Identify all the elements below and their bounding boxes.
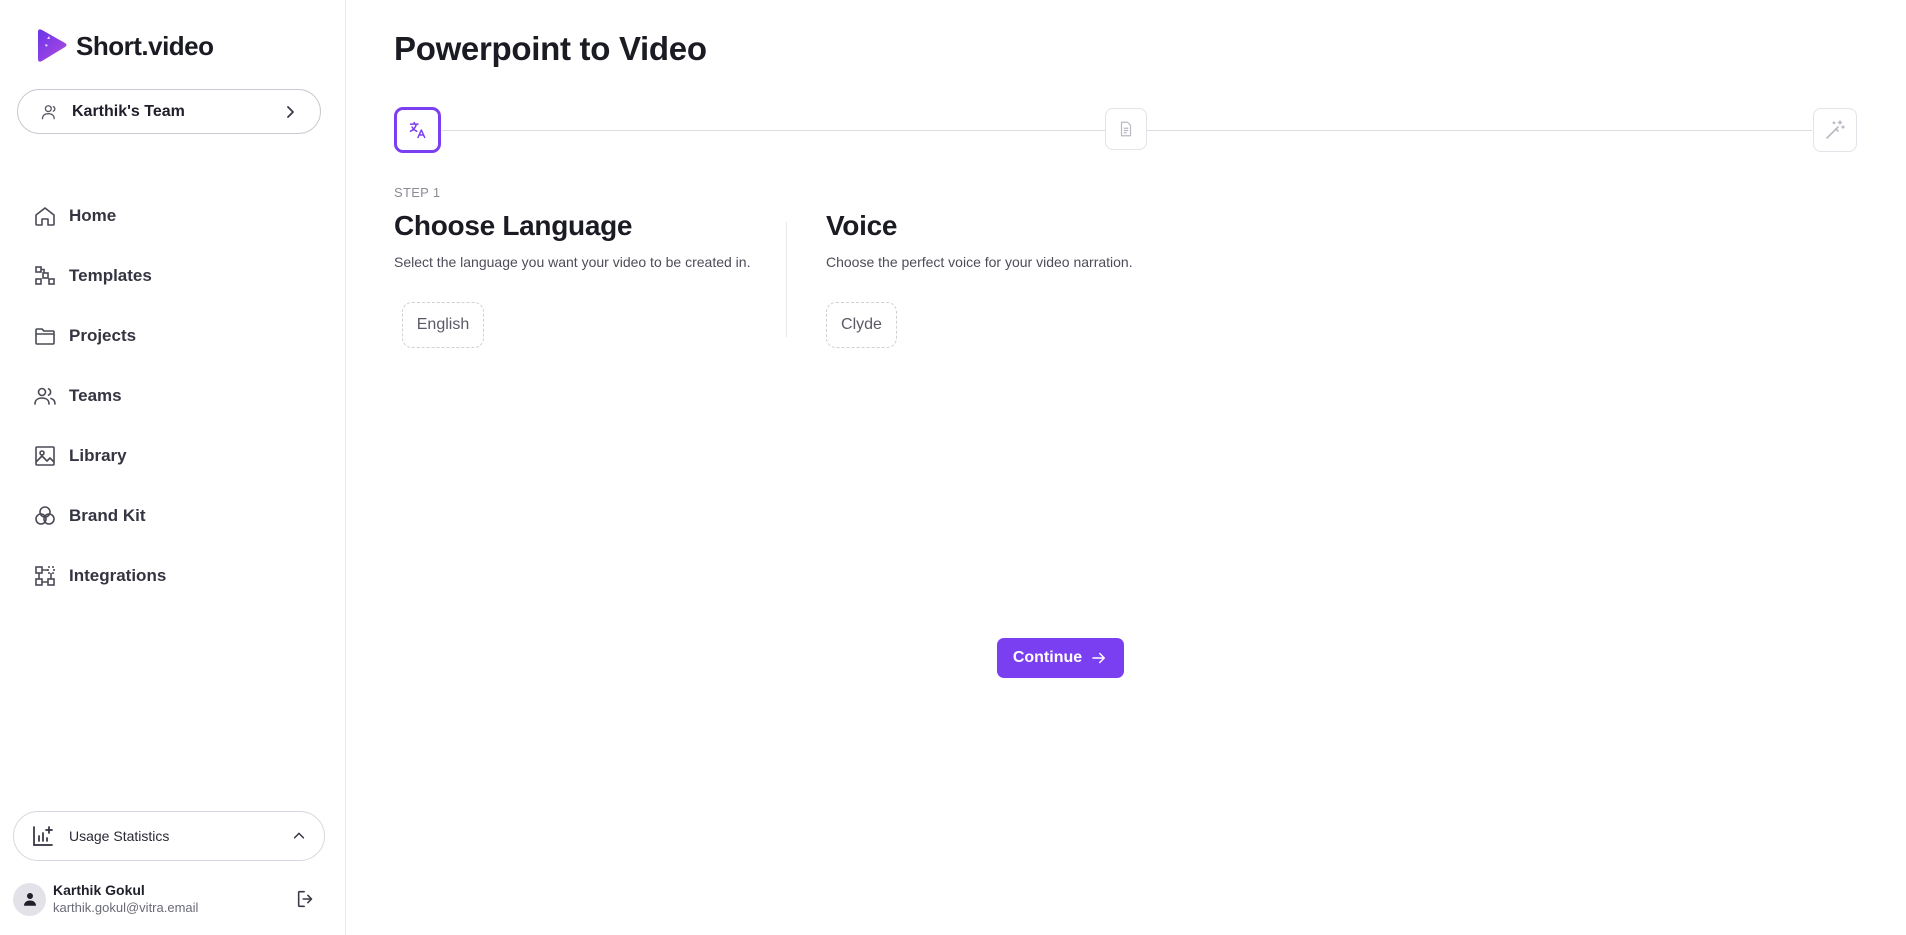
sidebar-item-label: Projects	[69, 326, 137, 345]
translate-icon	[409, 121, 425, 139]
brand-logo[interactable]: Short.video	[34, 28, 214, 64]
chevron-right-icon	[287, 105, 294, 118]
continue-button-label: Continue	[1012, 649, 1083, 666]
templates-icon	[35, 266, 55, 285]
person-icon	[23, 893, 36, 906]
team-switcher-button[interactable]: Karthik's Team	[17, 89, 321, 134]
voice-section-title: Voice	[826, 210, 898, 241]
avatar[interactable]	[13, 882, 46, 916]
folder-icon	[35, 328, 55, 345]
chevron-up-icon	[293, 832, 305, 839]
sidebar-item-label: Integrations	[69, 566, 167, 585]
logout-icon[interactable]	[295, 888, 317, 910]
magic-wand-icon	[1826, 120, 1845, 139]
step-language[interactable]	[394, 107, 441, 153]
step-indicator: STEP 1	[394, 185, 441, 200]
main-content: Powerpoint to Video STEP 1 Choose Langua…	[347, 0, 1906, 935]
sidebar-item-home[interactable]: Home	[0, 186, 346, 246]
sidebar-item-label: Teams	[69, 386, 122, 405]
sidebar-item-label: Library	[69, 446, 127, 465]
user-email: karthik.gokul@vitra.email	[53, 900, 199, 915]
section-divider	[786, 222, 787, 337]
sidebar-item-label: Brand Kit	[69, 506, 146, 525]
voice-section-description: Choose the perfect voice for your video …	[826, 254, 1133, 270]
continue-button[interactable]: Continue	[997, 638, 1124, 678]
sidebar-item-projects[interactable]: Projects	[0, 306, 346, 366]
sidebar: Short.video Karthik's Team Home Template…	[0, 0, 346, 935]
users-icon	[34, 387, 56, 405]
brand-name: Short.video	[76, 30, 214, 61]
sidebar-item-templates[interactable]: Templates	[0, 246, 346, 306]
step-document[interactable]	[1105, 108, 1147, 150]
usage-statistics-label: Usage Statistics	[69, 828, 170, 844]
sidebar-item-teams[interactable]: Teams	[0, 366, 346, 426]
arrow-right-icon	[1092, 652, 1106, 664]
page-title: Powerpoint to Video	[394, 30, 707, 67]
image-icon	[35, 446, 55, 466]
user-icon	[41, 104, 56, 119]
sidebar-item-library[interactable]: Library	[0, 426, 346, 486]
step-generate[interactable]	[1813, 108, 1857, 152]
language-select[interactable]: English	[402, 302, 484, 348]
usage-statistics-toggle[interactable]: Usage Statistics	[13, 811, 325, 861]
language-section-description: Select the language you want your video …	[394, 254, 751, 270]
user-profile: Karthik Gokul karthik.gokul@vitra.email	[13, 878, 325, 920]
voice-select[interactable]: Clyde	[826, 302, 897, 348]
sidebar-item-label: Home	[69, 206, 117, 225]
integrations-icon	[35, 566, 55, 586]
sidebar-nav: Home Templates Projects Teams Library Br…	[0, 186, 346, 606]
language-section-title: Choose Language	[394, 210, 633, 241]
user-name: Karthik Gokul	[53, 882, 145, 898]
sidebar-item-integrations[interactable]: Integrations	[0, 546, 346, 606]
palette-icon	[35, 506, 55, 525]
document-icon	[1120, 121, 1132, 137]
team-name: Karthik's Team	[72, 102, 185, 120]
logo-icon	[38, 29, 67, 62]
home-icon	[35, 207, 55, 226]
chart-plus-icon	[33, 826, 53, 846]
sidebar-item-brand-kit[interactable]: Brand Kit	[0, 486, 346, 546]
sidebar-item-label: Templates	[69, 266, 152, 285]
